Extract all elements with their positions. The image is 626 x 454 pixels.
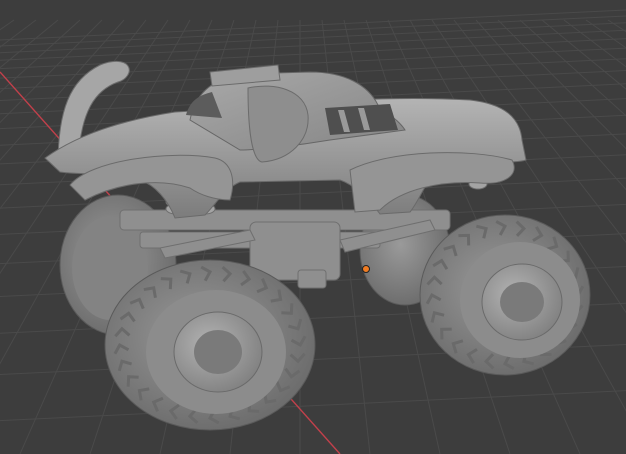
- grid-line: [0, 19, 37, 48]
- front-left-wheel: [104, 259, 316, 431]
- grid-line: [0, 9, 626, 41]
- rear-right-wheel-front: [419, 214, 591, 376]
- grid-line: [0, 22, 626, 54]
- origin-dot-icon[interactable]: [362, 265, 370, 273]
- viewport-3d[interactable]: [0, 0, 626, 454]
- grid-line: [0, 29, 626, 61]
- grid-line: [0, 390, 626, 422]
- rear-fender: [349, 152, 515, 213]
- scene-canvas[interactable]: [0, 0, 626, 454]
- side-window: [325, 104, 398, 135]
- grid-line: [607, 19, 626, 33]
